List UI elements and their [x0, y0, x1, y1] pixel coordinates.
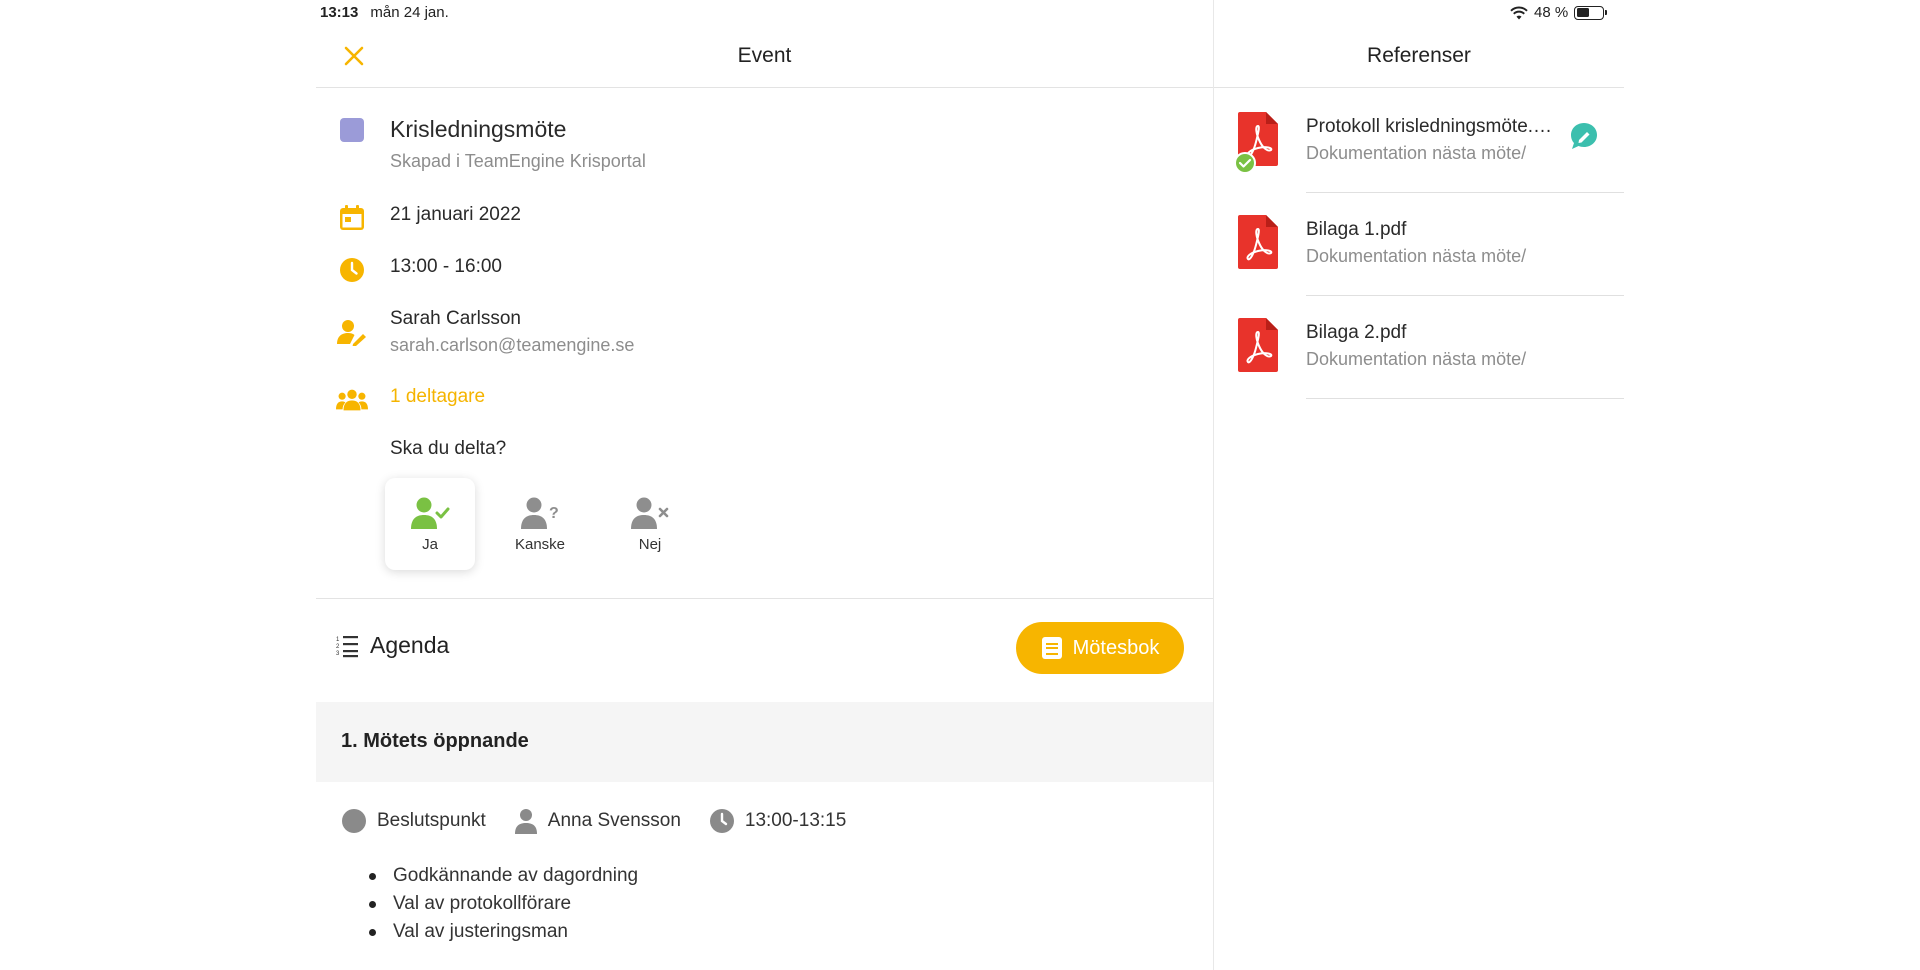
rsvp-maybe-label: Kanske — [514, 535, 566, 553]
person-icon — [514, 809, 537, 834]
event-header: Event — [316, 28, 1213, 88]
reference-name: Bilaga 2.pdf — [1306, 322, 1407, 343]
agenda-item-points: Godkännande av dagordning Val av protoko… — [369, 862, 638, 946]
rsvp-yes-label: Ja — [422, 535, 438, 553]
reference-name: Protokoll krisledningsmöte.pdf — [1306, 116, 1556, 137]
participants-link[interactable]: 1 deltagare — [336, 384, 485, 416]
rsvp-no-button[interactable]: Nej — [605, 478, 695, 570]
rsvp-no-label: Nej — [638, 535, 662, 553]
agenda-item-type-label: Beslutspunkt — [377, 810, 486, 831]
reference-item[interactable]: Bilaga 1.pdf Dokumentation nästa möte/ — [1214, 193, 1624, 296]
agenda-item-title: 1. Mötets öppnande — [341, 730, 529, 752]
person-edit-icon — [336, 316, 368, 348]
agenda-header: 1 2 3 Agenda — [336, 632, 449, 659]
book-icon — [1041, 637, 1062, 659]
organizer-email[interactable]: sarah.carlson@teamengine.se — [390, 332, 634, 358]
participants-count: 1 deltagare — [390, 386, 486, 407]
event-panel: Event Krisledningsmöte Skapad i TeamEngi… — [316, 0, 1213, 970]
rsvp-question-row: Ska du delta? — [390, 436, 506, 462]
reference-item[interactable]: Protokoll krisledningsmöte.pdf Dokumenta… — [1214, 90, 1624, 193]
event-title-row: Krisledningsmöte Skapad i TeamEngine Kri… — [336, 114, 646, 174]
event-title: Krisledningsmöte — [390, 116, 567, 142]
motesbok-button[interactable]: Mötesbok — [1016, 622, 1184, 674]
reference-path: Dokumentation nästa möte/ — [1306, 349, 1527, 369]
svg-text:1: 1 — [336, 637, 340, 643]
list-item: Val av protokollförare — [369, 890, 638, 918]
agenda-item-header[interactable]: 1. Mötets öppnande — [316, 702, 1213, 782]
rsvp-options: Ja ? Kanske Nej — [385, 478, 695, 570]
references-panel: Referenser Protokoll krisledningsmöte.pd… — [1214, 0, 1624, 970]
event-date: 21 januari 2022 — [390, 204, 521, 225]
event-time: 13:00 - 16:00 — [390, 256, 502, 277]
event-organizer-row: Sarah Carlsson sarah.carlson@teamengine.… — [336, 306, 634, 358]
person-question-icon: ? — [521, 497, 559, 529]
svg-text:?: ? — [549, 505, 559, 522]
reference-path: Dokumentation nästa möte/ — [1306, 143, 1527, 163]
reference-item[interactable]: Bilaga 2.pdf Dokumentation nästa möte/ — [1214, 296, 1624, 399]
clock-icon — [709, 809, 734, 833]
decision-point-icon — [342, 809, 366, 833]
list-item: Godkännande av dagordning — [369, 862, 638, 890]
agenda-item-responsible-name: Anna Svensson — [547, 810, 681, 831]
clock-icon — [336, 254, 368, 286]
check-badge-icon — [1234, 152, 1256, 174]
rsvp-yes-button[interactable]: Ja — [385, 478, 475, 570]
organizer-name: Sarah Carlsson — [390, 308, 521, 329]
event-subtitle: Skapad i TeamEngine Krisportal — [390, 151, 646, 171]
agenda-item-type: Beslutspunkt — [341, 808, 486, 834]
event-color-swatch — [336, 114, 368, 146]
reference-name: Bilaga 1.pdf — [1306, 219, 1407, 240]
reference-separator — [1306, 398, 1624, 399]
section-divider — [316, 598, 1213, 599]
references-header: Referenser — [1214, 28, 1624, 88]
svg-text:2: 2 — [336, 644, 340, 650]
person-check-icon — [411, 497, 450, 529]
pdf-icon — [1238, 318, 1278, 372]
edit-note-icon[interactable] — [1570, 122, 1598, 150]
header-title: Event — [737, 44, 792, 67]
rsvp-maybe-button[interactable]: ? Kanske — [495, 478, 585, 570]
list-item: Val av justeringsman — [369, 918, 638, 946]
event-time-row: 13:00 - 16:00 — [336, 254, 502, 286]
agenda-item-time: 13:00-13:15 — [709, 808, 846, 834]
person-x-icon — [631, 497, 669, 529]
motesbok-label: Mötesbok — [1072, 636, 1160, 659]
svg-text:3: 3 — [336, 651, 340, 657]
agenda-item-responsible: Anna Svensson — [514, 808, 681, 834]
rsvp-question: Ska du delta? — [390, 438, 507, 459]
agenda-title: Agenda — [370, 632, 450, 658]
pdf-icon — [1238, 215, 1278, 269]
list-icon: 1 2 3 — [336, 635, 358, 657]
references-title: Referenser — [1367, 44, 1471, 67]
calendar-icon — [336, 202, 368, 234]
reference-path: Dokumentation nästa möte/ — [1306, 246, 1527, 266]
agenda-item-meta: Beslutspunkt Anna Svensson 13:00-13:15 — [341, 808, 874, 834]
event-date-row: 21 januari 2022 — [336, 202, 521, 234]
group-icon — [336, 384, 368, 416]
agenda-item-time-label: 13:00-13:15 — [744, 810, 847, 831]
